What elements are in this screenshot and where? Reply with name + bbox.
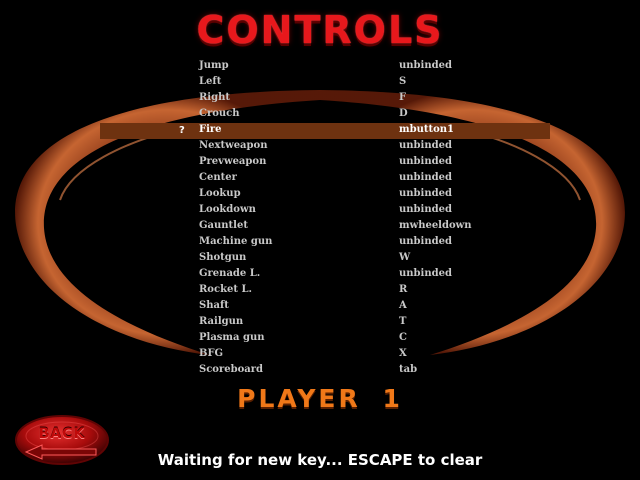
key-value: C xyxy=(399,332,407,343)
binding-row-shaft[interactable]: Shaft A xyxy=(0,298,640,314)
action-label: Scoreboard xyxy=(199,364,264,375)
key-value: unbinded xyxy=(399,60,452,71)
binding-row-railgun[interactable]: Railgun T xyxy=(0,314,640,330)
action-label: Gauntlet xyxy=(199,220,248,231)
key-value: tab xyxy=(399,364,418,375)
key-value: T xyxy=(399,316,407,327)
binding-row-right[interactable]: Right F xyxy=(0,90,640,106)
action-label: Jump xyxy=(199,60,229,71)
binding-row-grenade-launcher[interactable]: Grenade L. unbinded xyxy=(0,266,640,282)
binding-row-prevweapon[interactable]: Prevweapon unbinded xyxy=(0,154,640,170)
key-value: X xyxy=(399,348,407,359)
binding-row-plasma-gun[interactable]: Plasma gun C xyxy=(0,330,640,346)
key-value: mwheeldown xyxy=(399,220,472,231)
key-value: mbutton1 xyxy=(399,124,454,135)
status-message: Waiting for new key... ESCAPE to clear xyxy=(157,451,483,469)
key-value: unbinded xyxy=(399,140,452,151)
binding-row-rocket-launcher[interactable]: Rocket L. R xyxy=(0,282,640,298)
binding-row-lookup[interactable]: Lookup unbinded xyxy=(0,186,640,202)
binding-row-crouch[interactable]: Crouch D xyxy=(0,106,640,122)
key-value: A xyxy=(399,300,407,311)
binding-row-lookdown[interactable]: Lookdown unbinded xyxy=(0,202,640,218)
action-label: Lookup xyxy=(199,188,241,199)
key-value: F xyxy=(399,92,407,103)
binding-row-machine-gun[interactable]: Machine gun unbinded xyxy=(0,234,640,250)
key-value: unbinded xyxy=(399,236,452,247)
action-label: Rocket L. xyxy=(199,284,252,295)
key-value: S xyxy=(399,76,407,87)
key-value: D xyxy=(399,108,408,119)
binding-row-center[interactable]: Center unbinded xyxy=(0,170,640,186)
key-value: unbinded xyxy=(399,204,452,215)
action-label: Shaft xyxy=(199,300,229,311)
action-label: BFG xyxy=(199,348,224,359)
action-label: Shotgun xyxy=(199,252,247,263)
action-label: Right xyxy=(199,92,230,103)
binding-row-bfg[interactable]: BFG X xyxy=(0,346,640,362)
bindings-list: Jump unbinded Left S Right F Crouch D Fi… xyxy=(0,58,640,378)
binding-row-fire[interactable]: Fire mbutton1 xyxy=(0,122,640,138)
action-label: Crouch xyxy=(199,108,240,119)
binding-row-jump[interactable]: Jump unbinded xyxy=(0,58,640,74)
key-value: unbinded xyxy=(399,156,452,167)
action-label: Fire xyxy=(199,124,222,135)
action-label: Railgun xyxy=(199,316,244,327)
binding-row-scoreboard[interactable]: Scoreboard tab xyxy=(0,362,640,378)
action-label: Center xyxy=(199,172,237,183)
player-selector[interactable]: PLAYER 1 xyxy=(0,384,640,413)
key-value: W xyxy=(399,252,411,263)
binding-row-shotgun[interactable]: Shotgun W xyxy=(0,250,640,266)
key-value: unbinded xyxy=(399,268,452,279)
controls-screen: CONTROLS ? Jump unbinded Left S Right F … xyxy=(0,0,640,480)
action-label: Machine gun xyxy=(199,236,273,247)
key-value: unbinded xyxy=(399,188,452,199)
binding-row-nextweapon[interactable]: Nextweapon unbinded xyxy=(0,138,640,154)
action-label: Prevweapon xyxy=(199,156,267,167)
binding-row-left[interactable]: Left S xyxy=(0,74,640,90)
key-value: unbinded xyxy=(399,172,452,183)
back-label: BACK xyxy=(38,426,86,442)
action-label: Plasma gun xyxy=(199,332,265,343)
action-label: Nextweapon xyxy=(199,140,268,151)
screen-title: CONTROLS xyxy=(196,8,444,52)
action-label: Left xyxy=(199,76,222,87)
action-label: Grenade L. xyxy=(199,268,261,279)
key-value: R xyxy=(399,284,408,295)
binding-row-gauntlet[interactable]: Gauntlet mwheeldown xyxy=(0,218,640,234)
action-label: Lookdown xyxy=(199,204,256,215)
